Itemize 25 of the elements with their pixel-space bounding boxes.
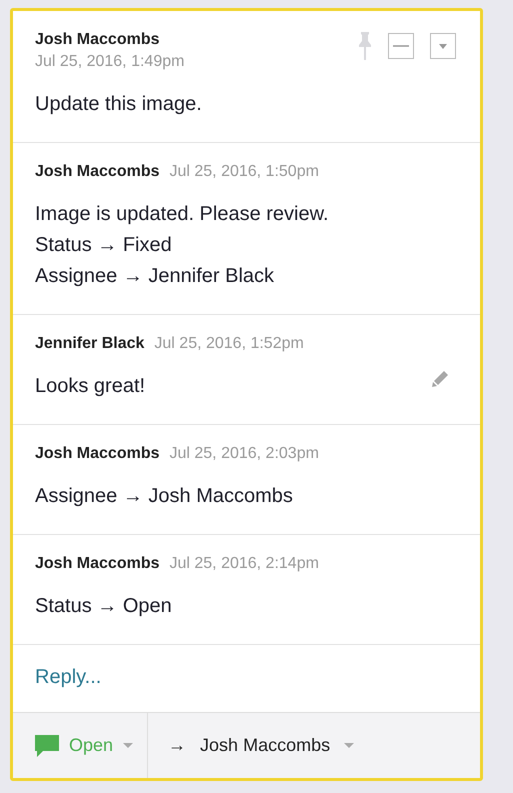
pin-icon[interactable] [358, 31, 372, 61]
message-text: Image is updated. Please review. [35, 203, 329, 226]
message-text: Status → Open [35, 595, 172, 618]
timestamp: Jul 25, 2016, 2:14pm [169, 555, 319, 573]
caret-icon [123, 743, 134, 748]
assignee-dropdown[interactable]: → Josh Maccombs [148, 713, 374, 778]
author-name: Jennifer Black [35, 335, 144, 353]
message-text: Looks great! [35, 375, 146, 398]
speech-bubble-icon [35, 734, 59, 758]
timestamp: Jul 25, 2016, 2:03pm [169, 445, 319, 463]
message-text: Assignee → Josh Maccombs [35, 485, 293, 508]
author-name: Josh Maccombs [35, 555, 160, 573]
message-text: Assignee → Jennifer Black [35, 265, 274, 288]
author-name: Josh Maccombs [35, 163, 160, 181]
timestamp: Jul 25, 2016, 1:50pm [169, 163, 319, 181]
message-text: Status → Fixed [35, 234, 172, 257]
pencil-icon[interactable] [430, 369, 450, 389]
author-name: Josh Maccombs [35, 445, 160, 463]
caret-icon [344, 743, 354, 748]
minimize-icon[interactable] [388, 33, 414, 59]
timestamp: Jul 25, 2016, 1:49pm [35, 53, 184, 71]
timestamp: Jul 25, 2016, 1:52pm [154, 335, 304, 353]
dropdown-icon[interactable] [430, 33, 456, 59]
author-name: Josh Maccombs [35, 31, 160, 49]
message-text: Update this image. [35, 93, 202, 116]
